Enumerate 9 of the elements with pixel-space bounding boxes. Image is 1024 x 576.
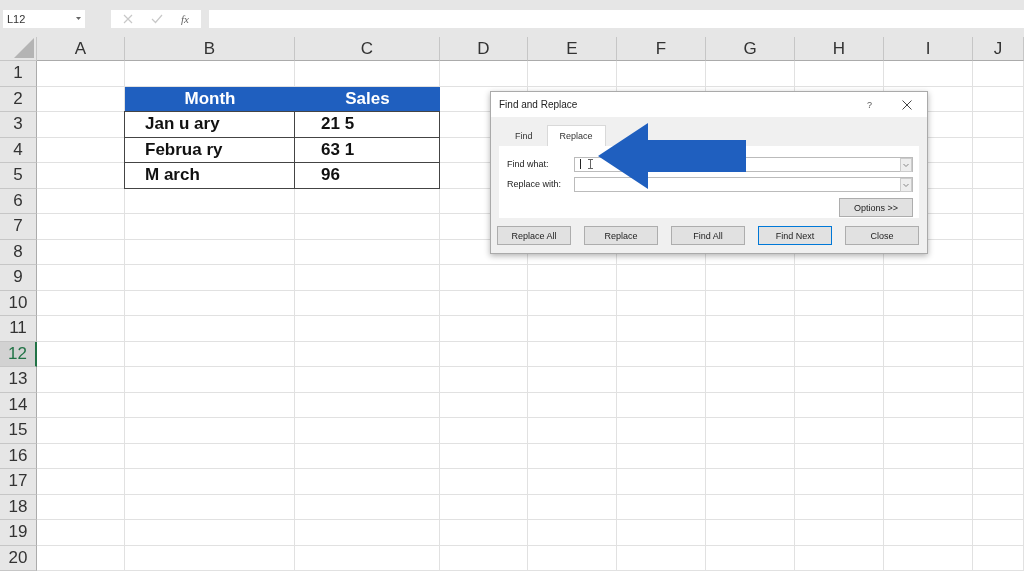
table-cell: M arch	[124, 162, 295, 189]
table-cell: 96	[294, 162, 440, 189]
field-label: Replace with:	[507, 179, 563, 189]
table-cell: Jan u ary	[124, 111, 295, 138]
dialog-title: Find and Replace	[499, 99, 579, 110]
field-label: Find what:	[507, 159, 550, 169]
table-header-cell: Month	[125, 86, 295, 112]
table-header-cell: Sales	[295, 86, 440, 112]
table-cell: 21 5	[294, 111, 440, 138]
